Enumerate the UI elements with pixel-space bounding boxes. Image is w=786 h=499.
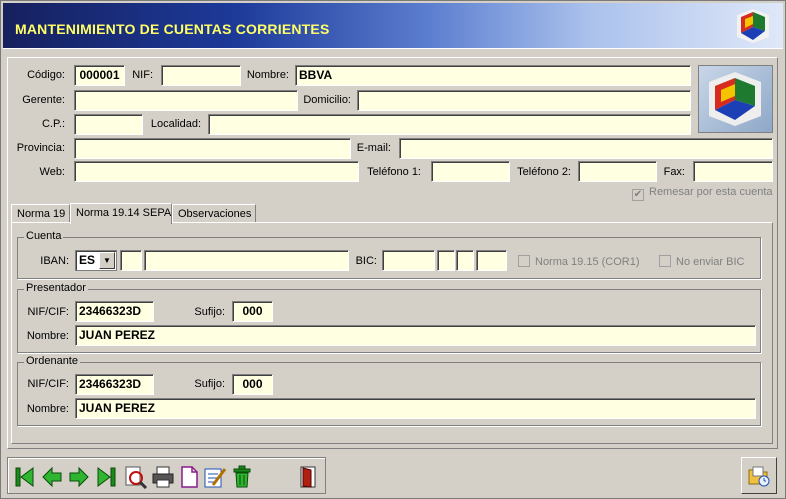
app-logo-icon xyxy=(733,7,773,45)
previous-record-button[interactable] xyxy=(39,463,65,490)
print-icon xyxy=(152,466,174,487)
cp-label: C.P.: xyxy=(41,118,65,130)
bic-field-4[interactable] xyxy=(476,250,507,271)
bic-field-1[interactable] xyxy=(382,250,435,271)
presentador-nombre-field[interactable]: JUAN PEREZ xyxy=(75,325,756,346)
ordenante-nombre-label: Nombre: xyxy=(26,403,69,415)
bic-label: BIC: xyxy=(355,255,377,267)
presentador-nif-label: NIF/CIF: xyxy=(27,306,69,318)
presentador-nif-field[interactable]: 23466323D xyxy=(75,301,154,322)
bic-field-3[interactable] xyxy=(456,250,474,271)
web-label: Web: xyxy=(39,166,65,178)
fax-label: Fax: xyxy=(663,166,685,178)
title-banner: MANTENIMIENTO DE CUENTAS CORRIENTES xyxy=(3,3,783,49)
nombre-field[interactable]: BBVA xyxy=(295,65,691,86)
window-title: MANTENIMIENTO DE CUENTAS CORRIENTES xyxy=(15,21,330,37)
web-field[interactable] xyxy=(74,161,359,182)
ordenante-group-title: Ordenante xyxy=(24,355,80,367)
norma1915-label: Norma 19.15 (COR1) xyxy=(535,256,640,268)
main-window: MANTENIMIENTO DE CUENTAS CORRIENTES Códi… xyxy=(0,0,786,499)
domicilio-field[interactable] xyxy=(357,90,691,111)
nif-field[interactable] xyxy=(161,65,241,86)
presentador-group-title: Presentador xyxy=(24,282,88,294)
checkbox-box xyxy=(518,255,530,267)
provincia-field[interactable] xyxy=(74,138,351,159)
last-icon xyxy=(97,466,116,487)
tab-observaciones[interactable]: Observaciones xyxy=(172,204,256,223)
gerente-label: Gerente: xyxy=(22,94,65,106)
provincia-label: Provincia: xyxy=(16,142,65,154)
checkmark-icon: ✔ xyxy=(632,189,644,201)
cuenta-group-title: Cuenta xyxy=(24,230,64,242)
iban-country-value: ES xyxy=(79,253,96,267)
iban-country-select[interactable]: ES ▼ xyxy=(75,250,117,271)
telefono2-field[interactable] xyxy=(578,161,657,182)
search-button[interactable] xyxy=(123,463,149,490)
localidad-label: Localidad: xyxy=(150,118,201,130)
ordenante-nombre-field[interactable]: JUAN PEREZ xyxy=(75,398,756,419)
exit-icon xyxy=(300,466,316,488)
print-button[interactable] xyxy=(150,463,176,490)
telefono2-label: Teléfono 2: xyxy=(517,166,571,178)
nif-label: NIF: xyxy=(132,69,153,81)
iban-check-digits-field[interactable] xyxy=(120,250,142,271)
company-logo-image xyxy=(698,65,773,133)
remesar-checkbox[interactable]: ✔ Remesar por esta cuenta xyxy=(632,186,773,201)
domicilio-label: Domicilio: xyxy=(303,94,351,106)
first-icon xyxy=(15,466,34,487)
edit-record-button[interactable] xyxy=(202,463,228,490)
localidad-field[interactable] xyxy=(208,114,691,135)
open-folder-icon xyxy=(748,466,770,486)
email-field[interactable] xyxy=(399,138,773,159)
telefono1-label: Teléfono 1: xyxy=(367,166,421,178)
no-enviar-bic-label: No enviar BIC xyxy=(676,256,745,268)
chevron-down-icon[interactable]: ▼ xyxy=(99,252,115,269)
fax-field[interactable] xyxy=(693,161,773,182)
no-enviar-bic-checkbox[interactable]: No enviar BIC xyxy=(659,255,744,268)
codigo-field[interactable]: 000001 xyxy=(74,65,125,86)
checkbox-box xyxy=(659,255,671,267)
presentador-nombre-label: Nombre: xyxy=(26,330,69,342)
prev-icon xyxy=(42,466,62,487)
tab-norma-19[interactable]: Norma 19 xyxy=(11,204,70,223)
exit-button[interactable] xyxy=(295,463,321,490)
presentador-sufijo-label: Sufijo: xyxy=(194,306,225,318)
codigo-label: Código: xyxy=(27,69,65,81)
gerente-field[interactable] xyxy=(74,90,298,111)
next-record-button[interactable] xyxy=(66,463,92,490)
telefono1-field[interactable] xyxy=(431,161,510,182)
bic-field-2[interactable] xyxy=(437,250,455,271)
delete-icon xyxy=(233,465,251,487)
search-icon xyxy=(125,466,148,489)
presentador-sufijo-field[interactable]: 000 xyxy=(232,301,273,322)
first-record-button[interactable] xyxy=(12,463,38,490)
ordenante-sufijo-label: Sufijo: xyxy=(194,378,225,390)
iban-label: IBAN: xyxy=(40,255,69,267)
tab-norma-19-14-sepa[interactable]: Norma 19.14 SEPA xyxy=(70,203,172,224)
ordenante-nif-field[interactable]: 23466323D xyxy=(75,374,154,395)
open-button[interactable] xyxy=(741,457,777,494)
ordenante-nif-label: NIF/CIF: xyxy=(27,378,69,390)
cp-field[interactable] xyxy=(74,114,143,135)
delete-record-button[interactable] xyxy=(229,463,255,490)
email-label: E-mail: xyxy=(356,142,391,154)
remesar-label: Remesar por esta cuenta xyxy=(649,186,773,198)
edit-icon xyxy=(204,467,227,487)
iban-account-field[interactable] xyxy=(144,250,349,271)
new-icon xyxy=(181,465,198,488)
last-record-button[interactable] xyxy=(93,463,119,490)
ordenante-sufijo-field[interactable]: 000 xyxy=(232,374,273,395)
nombre-label: Nombre: xyxy=(246,69,289,81)
next-icon xyxy=(69,466,89,487)
new-record-button[interactable] xyxy=(176,463,202,490)
navigation-toolbar xyxy=(7,457,326,494)
norma1915-checkbox[interactable]: Norma 19.15 (COR1) xyxy=(518,255,640,268)
